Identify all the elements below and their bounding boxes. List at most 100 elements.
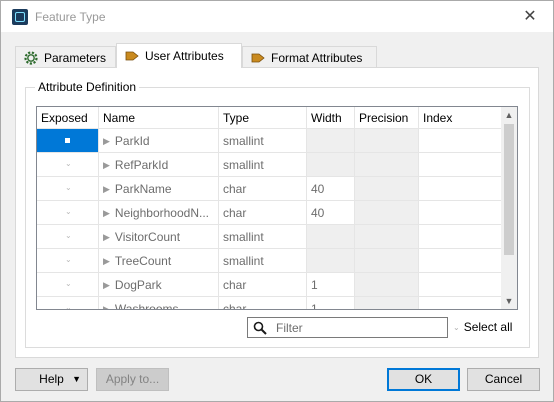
select-all-label: Select all (463, 320, 513, 334)
attribute-name: VisitorCount (114, 230, 181, 244)
column-header-type[interactable]: Type (219, 107, 307, 129)
expand-arrow-icon[interactable]: ▶ (103, 304, 110, 309)
select-all-checkbox[interactable]: ⌄ Select all (453, 320, 512, 334)
search-icon (253, 321, 267, 335)
type-cell[interactable]: smallint (219, 153, 307, 177)
exposed-cell[interactable]: ⌄ (37, 201, 99, 225)
width-cell[interactable] (307, 129, 355, 153)
index-cell[interactable] (419, 201, 503, 225)
name-cell[interactable]: ▶ ParkName (99, 177, 219, 201)
width-cell[interactable]: 1 (307, 273, 355, 297)
column-header-exposed[interactable]: Exposed (37, 107, 99, 129)
width-cell[interactable]: 40 (307, 177, 355, 201)
width-cell[interactable]: 1 (307, 297, 355, 309)
exposed-cell[interactable]: ⌄ (37, 225, 99, 249)
column-header-precision[interactable]: Precision (355, 107, 419, 129)
checkbox-icon: ⌄ (65, 255, 72, 264)
scroll-down-icon[interactable]: ▼ (501, 293, 517, 309)
width-cell[interactable] (307, 225, 355, 249)
attribute-name: NeighborhoodN... (114, 206, 209, 220)
expand-arrow-icon[interactable]: ▶ (103, 136, 110, 147)
name-cell[interactable]: ▶ RefParkId (99, 153, 219, 177)
name-cell[interactable]: ▶ Washrooms (99, 297, 219, 309)
name-cell[interactable]: ▶ VisitorCount (99, 225, 219, 249)
table-row[interactable]: ▶ ParkId smallint (37, 129, 503, 153)
exposed-cell[interactable]: ⌄ (37, 177, 99, 201)
close-button[interactable]: ✕ (507, 1, 553, 32)
type-cell[interactable]: smallint (219, 249, 307, 273)
index-cell[interactable] (419, 273, 503, 297)
table-header: Exposed Name Type Width Precision Index (37, 107, 503, 129)
cancel-button[interactable]: Cancel (467, 368, 540, 391)
width-cell[interactable]: 40 (307, 201, 355, 225)
precision-cell[interactable] (355, 273, 419, 297)
index-cell[interactable] (419, 225, 503, 249)
index-cell[interactable] (419, 129, 503, 153)
attribute-name: RefParkId (114, 158, 169, 172)
name-cell[interactable]: ▶ DogPark (99, 273, 219, 297)
table-row[interactable]: ⌄ ▶ TreeCount smallint (37, 249, 503, 273)
attribute-name: ParkId (114, 134, 150, 148)
expand-arrow-icon[interactable]: ▶ (103, 232, 110, 243)
exposed-cell[interactable]: ⌄ (37, 249, 99, 273)
table-row[interactable]: ⌄ ▶ RefParkId smallint (37, 153, 503, 177)
precision-cell[interactable] (355, 297, 419, 309)
width-cell[interactable] (307, 249, 355, 273)
table-row[interactable]: ⌄ ▶ NeighborhoodN... char 40 (37, 201, 503, 225)
precision-cell[interactable] (355, 153, 419, 177)
index-cell[interactable] (419, 177, 503, 201)
expand-arrow-icon[interactable]: ▶ (103, 280, 110, 291)
precision-cell[interactable] (355, 129, 419, 153)
exposed-cell[interactable] (37, 129, 99, 153)
expand-arrow-icon[interactable]: ▶ (103, 184, 110, 195)
index-cell[interactable] (419, 297, 503, 309)
precision-cell[interactable] (355, 177, 419, 201)
tab-format-attributes[interactable]: Format Attributes (242, 46, 377, 68)
precision-cell[interactable] (355, 201, 419, 225)
name-cell[interactable]: ▶ ParkId (99, 129, 219, 153)
scroll-thumb[interactable] (504, 124, 514, 255)
tab-user-attributes[interactable]: User Attributes (116, 43, 242, 68)
width-cell[interactable] (307, 153, 355, 177)
type-cell[interactable]: char (219, 297, 307, 309)
precision-cell[interactable] (355, 225, 419, 249)
app-icon (12, 9, 28, 25)
column-header-index[interactable]: Index (419, 107, 503, 129)
index-cell[interactable] (419, 249, 503, 273)
column-header-width[interactable]: Width (307, 107, 355, 129)
type-cell[interactable]: smallint (219, 129, 307, 153)
table-row[interactable]: ⌄ ▶ DogPark char 1 (37, 273, 503, 297)
tab-parameters-label: Parameters (44, 50, 107, 65)
apply-to-button[interactable]: Apply to... (96, 368, 169, 391)
name-cell[interactable]: ▶ TreeCount (99, 249, 219, 273)
exposed-cell[interactable]: ⌄ (37, 297, 99, 309)
type-cell[interactable]: char (219, 273, 307, 297)
checkbox-icon: ⌄ (453, 322, 460, 332)
expand-arrow-icon[interactable]: ▶ (103, 256, 110, 267)
tab-parameters[interactable]: Parameters (15, 46, 116, 68)
table-row[interactable]: ⌄ ▶ VisitorCount smallint (37, 225, 503, 249)
vertical-scrollbar[interactable]: ▲ ▼ (501, 107, 517, 309)
help-label: Help (39, 372, 64, 386)
expand-arrow-icon[interactable]: ▶ (103, 160, 110, 171)
exposed-cell[interactable]: ⌄ (37, 273, 99, 297)
table-row[interactable]: ⌄ ▶ Washrooms char 1 (37, 297, 503, 309)
help-button[interactable]: Help ▼ (15, 368, 88, 391)
index-cell[interactable] (419, 153, 503, 177)
filter-input[interactable] (274, 319, 444, 336)
expand-arrow-icon[interactable]: ▶ (103, 208, 110, 219)
checkbox-icon: ⌄ (65, 207, 72, 216)
attributes-table[interactable]: Exposed Name Type Width Precision Index … (36, 106, 518, 310)
type-cell[interactable]: char (219, 201, 307, 225)
table-row[interactable]: ⌄ ▶ ParkName char 40 (37, 177, 503, 201)
checkbox-icon: ⌄ (65, 279, 72, 288)
ok-button[interactable]: OK (387, 368, 460, 391)
tab-user-attributes-label: User Attributes (145, 49, 224, 63)
name-cell[interactable]: ▶ NeighborhoodN... (99, 201, 219, 225)
column-header-name[interactable]: Name (99, 107, 219, 129)
precision-cell[interactable] (355, 249, 419, 273)
exposed-cell[interactable]: ⌄ (37, 153, 99, 177)
scroll-up-icon[interactable]: ▲ (501, 107, 517, 123)
type-cell[interactable]: char (219, 177, 307, 201)
type-cell[interactable]: smallint (219, 225, 307, 249)
